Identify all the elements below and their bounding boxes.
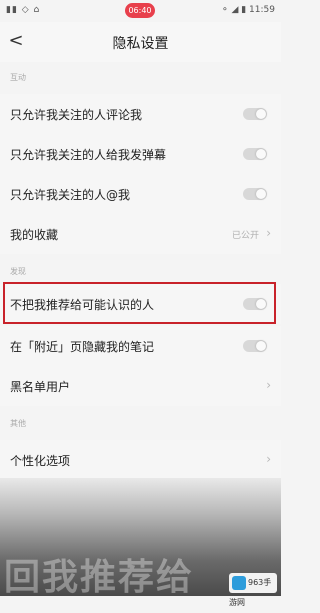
watermark-icon [232, 576, 246, 590]
status-pill: 06:40 [125, 3, 155, 18]
status-icons-right: ⚬ ◢ ▮ 11:59 [221, 5, 275, 15]
setting-label: 我的收藏 [10, 228, 59, 242]
setting-label: 个性化选项 [10, 454, 71, 468]
chevron-right-icon: › [266, 452, 271, 466]
chevron-right-icon: › [266, 226, 271, 240]
setting-label: 只允许我关注的人评论我 [10, 108, 143, 122]
setting-row-hide-nearby[interactable]: 在「附近」页隐藏我的笔记 [0, 326, 281, 366]
status-icons-left: ▮▮ ◇ ⌂ [6, 5, 41, 15]
toggle-knob [256, 149, 266, 159]
setting-row-mention-permission[interactable]: 只允许我关注的人@我 [0, 174, 281, 214]
collections-visibility-value: 已公开 [231, 231, 259, 241]
toggle-knob [256, 341, 266, 351]
section-label-other: 其他 [10, 419, 26, 428]
page-title: 隐私设置 [112, 36, 169, 52]
danmaku-permission-toggle[interactable] [243, 148, 267, 160]
status-bar: ▮▮ ◇ ⌂ 06:40 ⚬ ◢ ▮ 11:59 [0, 0, 281, 22]
comment-permission-toggle[interactable] [243, 108, 267, 120]
setting-label: 只允许我关注的人@我 [10, 188, 131, 202]
setting-row-comment-permission[interactable]: 只允许我关注的人评论我 [0, 94, 281, 134]
mention-permission-toggle[interactable] [243, 188, 267, 200]
setting-label: 在「附近」页隐藏我的笔记 [10, 340, 155, 354]
toggle-knob [256, 189, 266, 199]
nav-bar: < 隐私设置 [0, 22, 281, 62]
setting-row-personalization[interactable]: 个性化选项 › [0, 440, 281, 480]
hide-nearby-toggle[interactable] [243, 340, 267, 352]
overlay-caption: 回我推荐给 [4, 557, 195, 598]
section-label-interaction: 互动 [10, 73, 26, 82]
setting-row-blacklist[interactable]: 黑名单用户 › [0, 366, 281, 406]
setting-row-my-collections[interactable]: 我的收藏 已公开 › [0, 214, 281, 254]
highlight-box [3, 282, 276, 324]
chevron-right-icon: › [266, 378, 271, 392]
setting-label: 黑名单用户 [10, 380, 71, 394]
section-label-discover: 发现 [10, 267, 26, 276]
setting-row-danmaku-permission[interactable]: 只允许我关注的人给我发弹幕 [0, 134, 281, 174]
watermark-logo: 963手游网 [229, 573, 277, 607]
toggle-knob [256, 109, 266, 119]
setting-label: 只允许我关注的人给我发弹幕 [10, 148, 167, 162]
